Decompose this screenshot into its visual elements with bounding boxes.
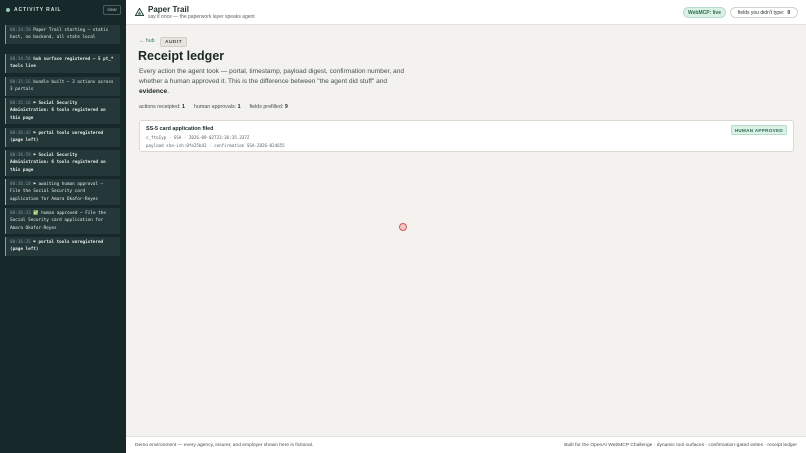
footer-credits: Built for the OpenAI WebMCP Challenge · … (564, 443, 797, 448)
rail-title: ACTIVITY RAIL (14, 6, 62, 13)
log-entry: 00:35:16 bundle built — 3 actions across… (5, 77, 120, 96)
receipt-payload: payload sha-ish:0fe25b42 · confirmation … (146, 142, 285, 148)
log-time: 00:36:35 (10, 240, 31, 245)
audit-badge: AUDIT (160, 37, 188, 47)
stat-value: 9 (284, 104, 288, 110)
log-entry-pending: 00:36:18 ⚑ awaiting human approval — Fil… (5, 179, 120, 205)
log-entry-approved: 00:36:33 ✅ human approved — File the Soc… (5, 208, 120, 234)
human-approved-badge: HUMAN APPROVED (730, 125, 787, 135)
description-emphasis: evidence (139, 88, 168, 95)
page-title: Receipt ledger (138, 49, 225, 63)
activity-rail: ACTIVITY RAIL clear 00:34:58 Paper Trail… (0, 0, 126, 453)
rail-header: ACTIVITY RAIL clear (0, 0, 126, 19)
top-bar: Paper Trail say it once — the paperwork … (126, 0, 806, 25)
fields-counter-label: fields you didn't type: (737, 9, 785, 16)
log-entry: 00:36:35 ⚑ portal tools unregistered (pa… (5, 237, 120, 256)
log-entry: 00:36:42 ⚑ portal tools unregistered (pa… (5, 128, 120, 147)
log-entry: 00:34:58 Paper Trail starting — static h… (5, 25, 120, 44)
stat-prefilled: fields prefilled: 9 (250, 104, 288, 110)
stat-label: human approvals: (193, 104, 237, 110)
clear-button[interactable]: clear (103, 4, 121, 15)
log-time: 00:34:58 (10, 57, 31, 62)
log-entry: 00:35:16 ⚑ Social Security Administratio… (5, 98, 120, 124)
description-end: . (167, 88, 170, 95)
status-dot-icon (6, 7, 10, 12)
paper-trail-logo-icon (135, 8, 144, 16)
log-time: 00:35:16 (10, 80, 31, 85)
footer: Demo environment — every agency, insurer… (126, 436, 806, 453)
log-time: 00:36:33 (10, 211, 31, 216)
stat-label: actions receipted: (139, 104, 181, 110)
receipt-card: SS-5 card application filed c_ftoIyp · S… (139, 120, 794, 152)
log-time: 00:36:59 (10, 153, 31, 158)
webmcp-status-badge: WebMCP: live (683, 7, 726, 18)
log-time: 00:36:18 (10, 182, 31, 187)
stat-value: 1 (182, 104, 185, 110)
stat-label: fields prefilled: (249, 104, 284, 110)
log-time: 00:35:16 (10, 101, 31, 106)
back-to-hub-link[interactable]: ← hub (139, 38, 155, 44)
ledger-stats: actions receipted: 1 human approvals: 1 … (139, 104, 288, 110)
log-entry: 00:34:58 hub surface registered — 5 pt_*… (5, 54, 120, 73)
log-time: 00:34:58 (10, 28, 31, 33)
fields-counter-badge: fields you didn't type: 9 (730, 7, 798, 18)
app-tagline: say it once — the paperwork layer speaks… (148, 13, 255, 20)
page-description: Every action the agent took — portal, ti… (139, 67, 417, 97)
log-entry: 00:36:59 ⚑ Social Security Administratio… (5, 150, 120, 176)
footer-disclaimer: Demo environment — every agency, insurer… (135, 443, 314, 448)
log-time: 00:36:42 (10, 131, 31, 136)
stat-receipted: actions receipted: 1 (139, 104, 185, 110)
pointer-cursor-icon (399, 223, 407, 231)
stat-approvals: human approvals: 1 (194, 104, 241, 110)
description-text: Every action the agent took — portal, ti… (139, 68, 404, 85)
receipt-title: SS-5 card application filed (146, 126, 214, 132)
stat-value: 1 (237, 104, 241, 110)
fields-counter-value: 9 (787, 9, 791, 16)
receipt-meta: c_ftoIyp · SSA · 2026-09-02T23:36:35.337… (146, 134, 250, 140)
